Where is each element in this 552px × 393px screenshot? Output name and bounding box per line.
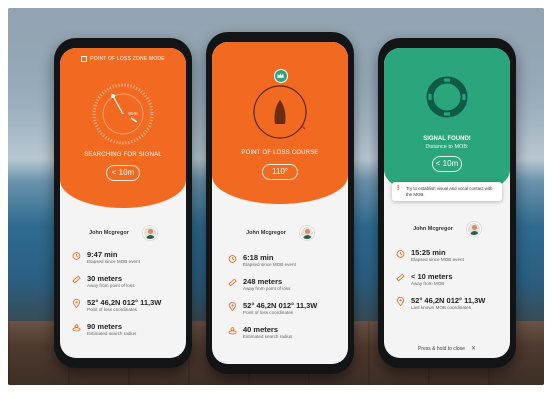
- ruler-icon: [228, 278, 237, 287]
- stat-distance: 248 meters Away from point of loss: [228, 277, 340, 292]
- course-compass: [253, 85, 307, 139]
- location-pin-icon: [396, 297, 405, 306]
- contact-notice: ! Try to establish visual and vocal cont…: [392, 182, 502, 201]
- stat-label: Elapsed since MOB event: [411, 257, 464, 262]
- app-badge: [274, 69, 288, 83]
- alert-icon: !: [397, 185, 400, 192]
- stat-value: 52° 46,2N 012° 11,3W: [243, 301, 318, 310]
- location-pin-icon: [228, 302, 237, 311]
- phone-center: POINT OF LOSS COURSE 110° John Mcgregor …: [206, 32, 354, 374]
- hero-panel: POINT OF LOSS COURSE 110°: [212, 42, 348, 204]
- boat-icon: [81, 56, 88, 62]
- signal-found-title: SIGNAL FOUND!: [423, 136, 471, 142]
- stat-label: Away from point of loss: [243, 286, 291, 291]
- stat-value: 90 meters: [87, 322, 123, 331]
- stat-elapsed: 15:25 min Elapsed since MOB event: [396, 248, 502, 263]
- phone-right-screen: SIGNAL FOUND! Distance to MOB: < 10m ! T…: [384, 48, 510, 358]
- stat-coordinates: 52° 46,2N 012° 11,3W Point of loss coordi…: [228, 301, 340, 316]
- stat-label: Elapsed since MOB event: [243, 262, 296, 267]
- stats-list: 15:25 min Elapsed since MOB event < 10 me…: [396, 248, 502, 320]
- avatar: [299, 226, 314, 240]
- person-name: John Mcgregor: [89, 230, 129, 236]
- phone-right: SIGNAL FOUND! Distance to MOB: < 10m ! T…: [378, 38, 516, 368]
- dial-distance-label: 90m: [128, 111, 138, 116]
- radius-icon: [72, 324, 81, 332]
- person-row: John Mcgregor: [60, 226, 186, 240]
- stat-label: Point of loss coordinates: [243, 310, 294, 315]
- stat-label: Estimated search radius: [87, 331, 137, 336]
- stat-value: 40 meters: [243, 325, 279, 334]
- stat-value: 6:18 min: [243, 253, 274, 262]
- avatar: [466, 222, 481, 236]
- close-footer[interactable]: Press & hold to close ✕: [384, 345, 510, 353]
- stat-radius: 90 meters Estimated search radius: [72, 322, 178, 337]
- phone-left: POINT OF LOSS ZONE MODE 90m SEARCHING FO…: [54, 38, 192, 368]
- distance-pill: < 10m: [106, 165, 140, 181]
- stat-label: Point of loss coordinates: [87, 307, 138, 312]
- stat-elapsed: 9:47 min Elapsed since MOB event: [72, 250, 178, 265]
- close-hint: Press & hold to close: [418, 345, 465, 352]
- search-status: SEARCHING FOR SIGNAL: [84, 152, 162, 158]
- close-icon[interactable]: ✕: [471, 345, 476, 352]
- stat-label: Away from MOB: [411, 281, 445, 286]
- stat-value: 52° 46,2N 012° 11,3W: [87, 298, 162, 307]
- stat-value: 9:47 min: [87, 250, 118, 259]
- course-status: POINT OF LOSS COURSE: [241, 150, 319, 156]
- stats-list: 9:47 min Elapsed since MOB event 30 meter…: [72, 250, 178, 346]
- timer-icon: [228, 255, 237, 263]
- stat-label: Estimated search radius: [243, 334, 293, 339]
- hero-panel: POINT OF LOSS ZONE MODE 90m SEARCHING FO…: [60, 48, 186, 208]
- course-pill: 110°: [262, 164, 298, 180]
- person-name: John Mcgregor: [246, 230, 286, 236]
- timer-icon: [72, 252, 81, 260]
- radius-icon: [228, 327, 237, 335]
- phone-left-screen: POINT OF LOSS ZONE MODE 90m SEARCHING FO…: [60, 48, 186, 358]
- stat-elapsed: 6:18 min Elapsed since MOB event: [228, 253, 340, 268]
- person-row: John Mcgregor: [384, 222, 510, 236]
- person-row: John Mcgregor: [212, 226, 348, 240]
- background-photo: POINT OF LOSS ZONE MODE 90m SEARCHING FO…: [8, 8, 544, 385]
- avatar: [142, 226, 157, 240]
- phone-center-screen: POINT OF LOSS COURSE 110° John Mcgregor …: [212, 42, 348, 364]
- stat-radius: 40 meters Estimated search radius: [228, 325, 340, 340]
- stat-label: Elapsed since MOB event: [87, 259, 140, 264]
- stat-distance: 30 meters Away from point of loss: [72, 274, 178, 289]
- location-pin-icon: [72, 299, 81, 308]
- notice-text: Try to establish visual and vocal contac…: [406, 186, 493, 197]
- person-name: John Mcgregor: [413, 226, 453, 232]
- stat-label: Away from point of loss: [87, 283, 135, 288]
- timer-icon: [396, 250, 405, 258]
- stat-coordinates: 52° 46,2N 012° 11,3W Last known MOB coord…: [396, 296, 502, 311]
- ruler-icon: [396, 273, 405, 282]
- stat-value: 15:25 min: [411, 248, 446, 257]
- stat-distance: < 10 meters Away from MOB: [396, 272, 502, 287]
- crown-icon: [277, 73, 284, 78]
- stat-coordinates: 52° 46,2N 012° 11,3W Point of loss coordi…: [72, 298, 178, 313]
- ruler-icon: [72, 275, 81, 284]
- stat-value: 30 meters: [87, 274, 123, 283]
- hero-panel: SIGNAL FOUND! Distance to MOB: < 10m: [384, 48, 510, 198]
- stats-list: 6:18 min Elapsed since MOB event 248 mete…: [228, 253, 340, 349]
- lifebuoy-icon: [426, 76, 468, 118]
- stat-value: 52° 46,2N 012° 11,3W: [411, 296, 486, 305]
- mode-bar: POINT OF LOSS ZONE MODE: [60, 54, 186, 64]
- stat-label: Last known MOB coordinates: [411, 305, 472, 310]
- distance-pill: < 10m: [432, 156, 462, 172]
- mode-title: POINT OF LOSS ZONE MODE: [90, 56, 165, 62]
- distance-subtitle: Distance to MOB:: [425, 144, 469, 150]
- stat-value: 248 meters: [243, 277, 283, 286]
- stat-value: < 10 meters: [411, 272, 453, 281]
